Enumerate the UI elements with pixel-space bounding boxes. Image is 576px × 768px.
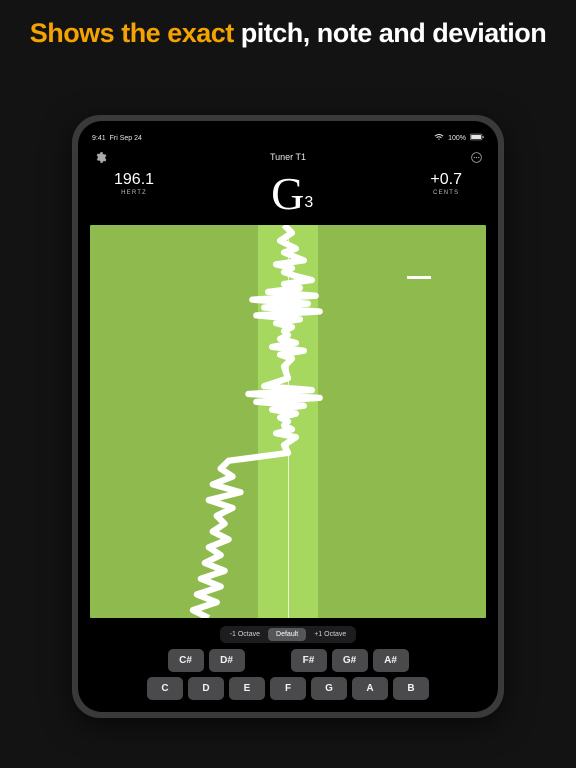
- pitch-trace: [90, 225, 486, 618]
- hertz-label: HERTZ: [114, 190, 154, 196]
- ellipsis-circle-icon: [470, 151, 483, 164]
- title-bar: Tuner T1: [90, 143, 486, 167]
- promo-highlight: Shows the exact: [30, 18, 234, 48]
- cents-value: +0.7: [430, 171, 462, 189]
- key-A[interactable]: A: [352, 677, 388, 700]
- key-F[interactable]: F: [270, 677, 306, 700]
- key-G[interactable]: G: [311, 677, 347, 700]
- cents-readout: +0.7 CENTS: [430, 171, 462, 196]
- keyboard-row-naturals: CDEFGAB: [147, 677, 429, 700]
- readouts: 196.1 HERTZ G3 +0.7 CENTS: [90, 167, 486, 223]
- key-Dsharp[interactable]: D#: [209, 649, 245, 672]
- status-date: Fri Sep 24: [110, 135, 142, 142]
- controls: -1 OctaveDefault+1 Octave C#D# F#G#A# CDE…: [90, 626, 486, 702]
- octave-option-plus1-octave[interactable]: +1 Octave: [306, 628, 354, 641]
- wifi-icon: [434, 133, 444, 143]
- cents-label: CENTS: [430, 190, 462, 196]
- gear-icon: [94, 151, 107, 164]
- pitch-graph: [90, 225, 486, 618]
- key-Csharp[interactable]: C#: [168, 649, 204, 672]
- note-readout: G3: [271, 171, 313, 217]
- note-letter: G: [271, 168, 304, 219]
- settings-button[interactable]: [92, 149, 108, 165]
- key-Gsharp[interactable]: G#: [332, 649, 368, 672]
- screen: 9:41 Fri Sep 24 100% Tuner T1: [78, 121, 498, 712]
- app-title: Tuner T1: [270, 152, 306, 162]
- tablet-frame: 9:41 Fri Sep 24 100% Tuner T1: [72, 115, 504, 718]
- key-E[interactable]: E: [229, 677, 265, 700]
- promo-rest: pitch, note and deviation: [234, 18, 547, 48]
- status-time: 9:41: [92, 135, 106, 142]
- key-Asharp[interactable]: A#: [373, 649, 409, 672]
- hertz-value: 196.1: [114, 171, 154, 189]
- octave-segment: -1 OctaveDefault+1 Octave: [220, 626, 357, 643]
- promo-headline: Shows the exact pitch, note and deviatio…: [0, 0, 576, 49]
- status-battery-pct: 100%: [448, 135, 466, 142]
- key-D[interactable]: D: [188, 677, 224, 700]
- octave-option-minus1-octave[interactable]: -1 Octave: [222, 628, 268, 641]
- octave-option-default[interactable]: Default: [268, 628, 306, 641]
- key-C[interactable]: C: [147, 677, 183, 700]
- status-bar: 9:41 Fri Sep 24 100%: [90, 133, 486, 143]
- key-B[interactable]: B: [393, 677, 429, 700]
- note-octave: 3: [304, 194, 313, 211]
- key-Fsharp[interactable]: F#: [291, 649, 327, 672]
- hertz-readout: 196.1 HERTZ: [114, 171, 154, 196]
- keyboard-row-sharps: C#D# F#G#A#: [168, 649, 409, 672]
- battery-icon: [470, 133, 484, 143]
- note-keyboard: C#D# F#G#A# CDEFGAB: [94, 649, 482, 700]
- more-button[interactable]: [468, 149, 484, 165]
